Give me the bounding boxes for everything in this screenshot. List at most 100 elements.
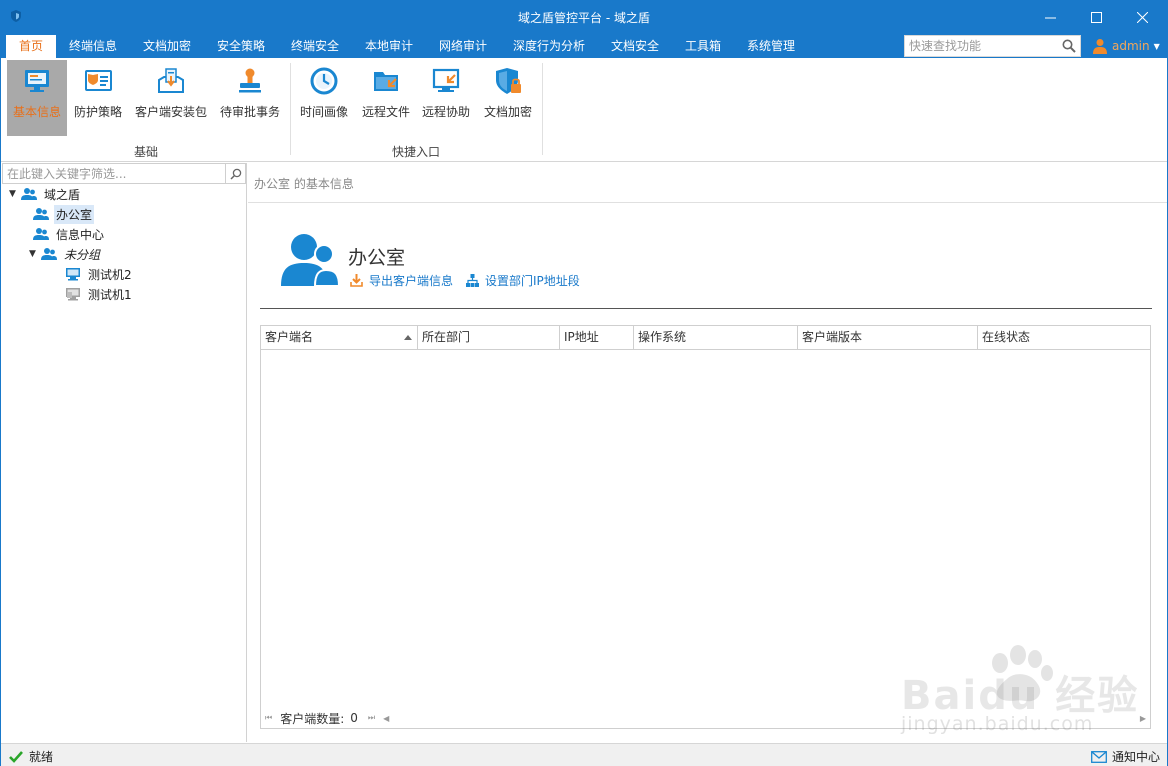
tab-system-admin[interactable]: 系统管理 <box>739 35 803 58</box>
column-header-client-name[interactable]: 客户端名 <box>261 326 418 350</box>
window-title: 域之盾管控平台 - 域之盾 <box>518 11 650 25</box>
computer-icon <box>66 268 80 281</box>
tree-filter <box>2 163 246 184</box>
department-tree-panel: ▼ 域之盾 办公室 信息中心 ▼ <box>1 163 247 742</box>
tree-node-test-machine-2[interactable]: 测试机2 <box>65 264 134 284</box>
search-icon <box>229 168 241 180</box>
folder-arrow-icon <box>374 72 398 91</box>
tab-toolbox[interactable]: 工具箱 <box>677 35 729 58</box>
tree-node-label: 测试机2 <box>88 267 132 282</box>
column-header-ip[interactable]: IP地址 <box>560 326 634 350</box>
ribbon-button-label: 待审批事务 <box>219 105 280 119</box>
status-bar: 就绪 通知中心 <box>1 743 1167 766</box>
scroll-left-icon[interactable]: ◀ <box>383 714 389 723</box>
tree-node-office[interactable]: 办公室 <box>33 204 95 224</box>
close-button[interactable] <box>1119 1 1165 33</box>
notification-center-button[interactable]: 通知中心 <box>1091 748 1160 765</box>
department-name: 办公室 <box>348 247 406 269</box>
tab-network-audit[interactable]: 网络审计 <box>431 35 495 58</box>
username: admin <box>1112 39 1150 53</box>
status-ready: 就绪 <box>9 748 53 765</box>
user-menu[interactable]: admin ▼ <box>1093 36 1160 56</box>
ribbon-group-divider <box>542 63 543 155</box>
tab-local-audit[interactable]: 本地审计 <box>357 35 421 58</box>
group-label-shortcuts: 快捷入口 <box>391 145 440 159</box>
client-count-label: 客户端数量: <box>280 711 345 726</box>
users-icon <box>33 228 49 240</box>
app-window: 域之盾管控平台 - 域之盾 首页 终端信息 文档加密 安全策略 终端安全 本地审… <box>0 0 1168 766</box>
column-label: 客户端名 <box>265 330 314 344</box>
ribbon-button-label: 远程协助 <box>421 105 470 119</box>
tree-filter-button[interactable] <box>225 164 245 183</box>
status-text: 就绪 <box>29 750 54 764</box>
column-header-client-version[interactable]: 客户端版本 <box>798 326 978 350</box>
breadcrumb: 办公室 的基本信息 <box>254 177 354 191</box>
minimize-button[interactable] <box>1027 1 1073 33</box>
close-icon <box>1136 11 1148 23</box>
download-icon <box>350 274 363 287</box>
chevron-down-icon: ▼ <box>1153 41 1160 51</box>
ribbon-time-portrait-button[interactable]: 时间画像 <box>295 60 353 136</box>
tab-terminal-security[interactable]: 终端安全 <box>283 35 347 58</box>
title-bar: 域之盾管控平台 - 域之盾 <box>1 1 1167 33</box>
tree-filter-input[interactable] <box>7 166 217 181</box>
first-page-icon[interactable]: ⏮ <box>265 713 272 723</box>
shield-lock-icon <box>496 68 521 94</box>
expand-arrow-icon[interactable]: ▼ <box>9 189 21 199</box>
tab-doc-encrypt[interactable]: 文档加密 <box>135 35 199 58</box>
header-divider <box>248 202 1167 203</box>
remote-screen-icon <box>432 68 460 92</box>
tree-node-label: 未分组 <box>64 247 101 262</box>
tree-node-ungrouped[interactable]: ▼ 未分组 <box>29 244 102 264</box>
tree-node-test-machine-1[interactable]: 测试机1 <box>65 284 134 304</box>
tree-node-info-center[interactable]: 信息中心 <box>33 224 106 244</box>
ribbon-pending-approval-button[interactable]: 待审批事务 <box>215 60 285 136</box>
users-icon <box>33 208 49 220</box>
ribbon: 基本信息 防护策略 客户端安装包 待审批事务 基础 时间画像 远程文件 远程协助… <box>1 58 1167 162</box>
maximize-icon <box>1090 11 1102 23</box>
ribbon-group-divider <box>290 63 291 155</box>
column-header-online-status[interactable]: 在线状态 <box>978 326 1150 350</box>
tab-behavior-analysis[interactable]: 深度行为分析 <box>505 35 593 58</box>
tree-node-label: 信息中心 <box>56 227 105 242</box>
checkmark-icon <box>9 750 23 763</box>
users-icon <box>21 188 37 200</box>
tab-doc-security[interactable]: 文档安全 <box>603 35 667 58</box>
ribbon-protect-policy-button[interactable]: 防护策略 <box>69 60 127 136</box>
column-header-department[interactable]: 所在部门 <box>418 326 560 350</box>
link-label: 导出客户端信息 <box>369 274 454 288</box>
clock-icon <box>310 67 338 95</box>
ribbon-client-package-button[interactable]: 客户端安装包 <box>131 60 211 136</box>
scroll-right-icon[interactable]: ▶ <box>1140 714 1146 723</box>
set-ip-range-link[interactable]: 设置部门IP地址段 <box>466 272 580 289</box>
quick-search-input[interactable] <box>909 38 1059 54</box>
tab-terminal-info[interactable]: 终端信息 <box>61 35 125 58</box>
table-header: 客户端名 所在部门 IP地址 操作系统 客户端版本 在线状态 <box>261 326 1150 350</box>
user-icon <box>1093 39 1107 54</box>
tab-security-policy[interactable]: 安全策略 <box>209 35 273 58</box>
search-icon[interactable] <box>1062 39 1076 53</box>
computer-offline-icon <box>66 288 80 301</box>
stamp-icon <box>239 68 261 93</box>
ribbon-doc-encrypt-button[interactable]: 文档加密 <box>479 60 537 136</box>
ribbon-remote-file-button[interactable]: 远程文件 <box>357 60 415 136</box>
notification-label: 通知中心 <box>1112 750 1161 764</box>
last-page-icon[interactable]: ⏭ <box>368 713 375 723</box>
package-icon <box>158 68 184 93</box>
maximize-button[interactable] <box>1073 1 1119 33</box>
ribbon-button-label: 远程文件 <box>361 105 410 119</box>
org-chart-icon <box>466 274 479 287</box>
ribbon-button-label: 文档加密 <box>483 105 532 119</box>
tree-node-root[interactable]: ▼ 域之盾 <box>9 184 82 204</box>
quick-search <box>904 35 1081 57</box>
tab-home[interactable]: 首页 <box>6 35 56 58</box>
minimize-icon <box>1044 17 1056 18</box>
tree-node-label: 测试机1 <box>88 287 132 302</box>
expand-arrow-icon[interactable]: ▼ <box>29 249 41 259</box>
ribbon-basic-info-button[interactable]: 基本信息 <box>7 60 67 136</box>
column-header-os[interactable]: 操作系统 <box>634 326 798 350</box>
export-client-info-link[interactable]: 导出客户端信息 <box>350 272 453 289</box>
watermark-url: jingyan.baidu.com <box>901 713 1094 735</box>
section-divider <box>260 308 1152 309</box>
ribbon-remote-assist-button[interactable]: 远程协助 <box>417 60 475 136</box>
